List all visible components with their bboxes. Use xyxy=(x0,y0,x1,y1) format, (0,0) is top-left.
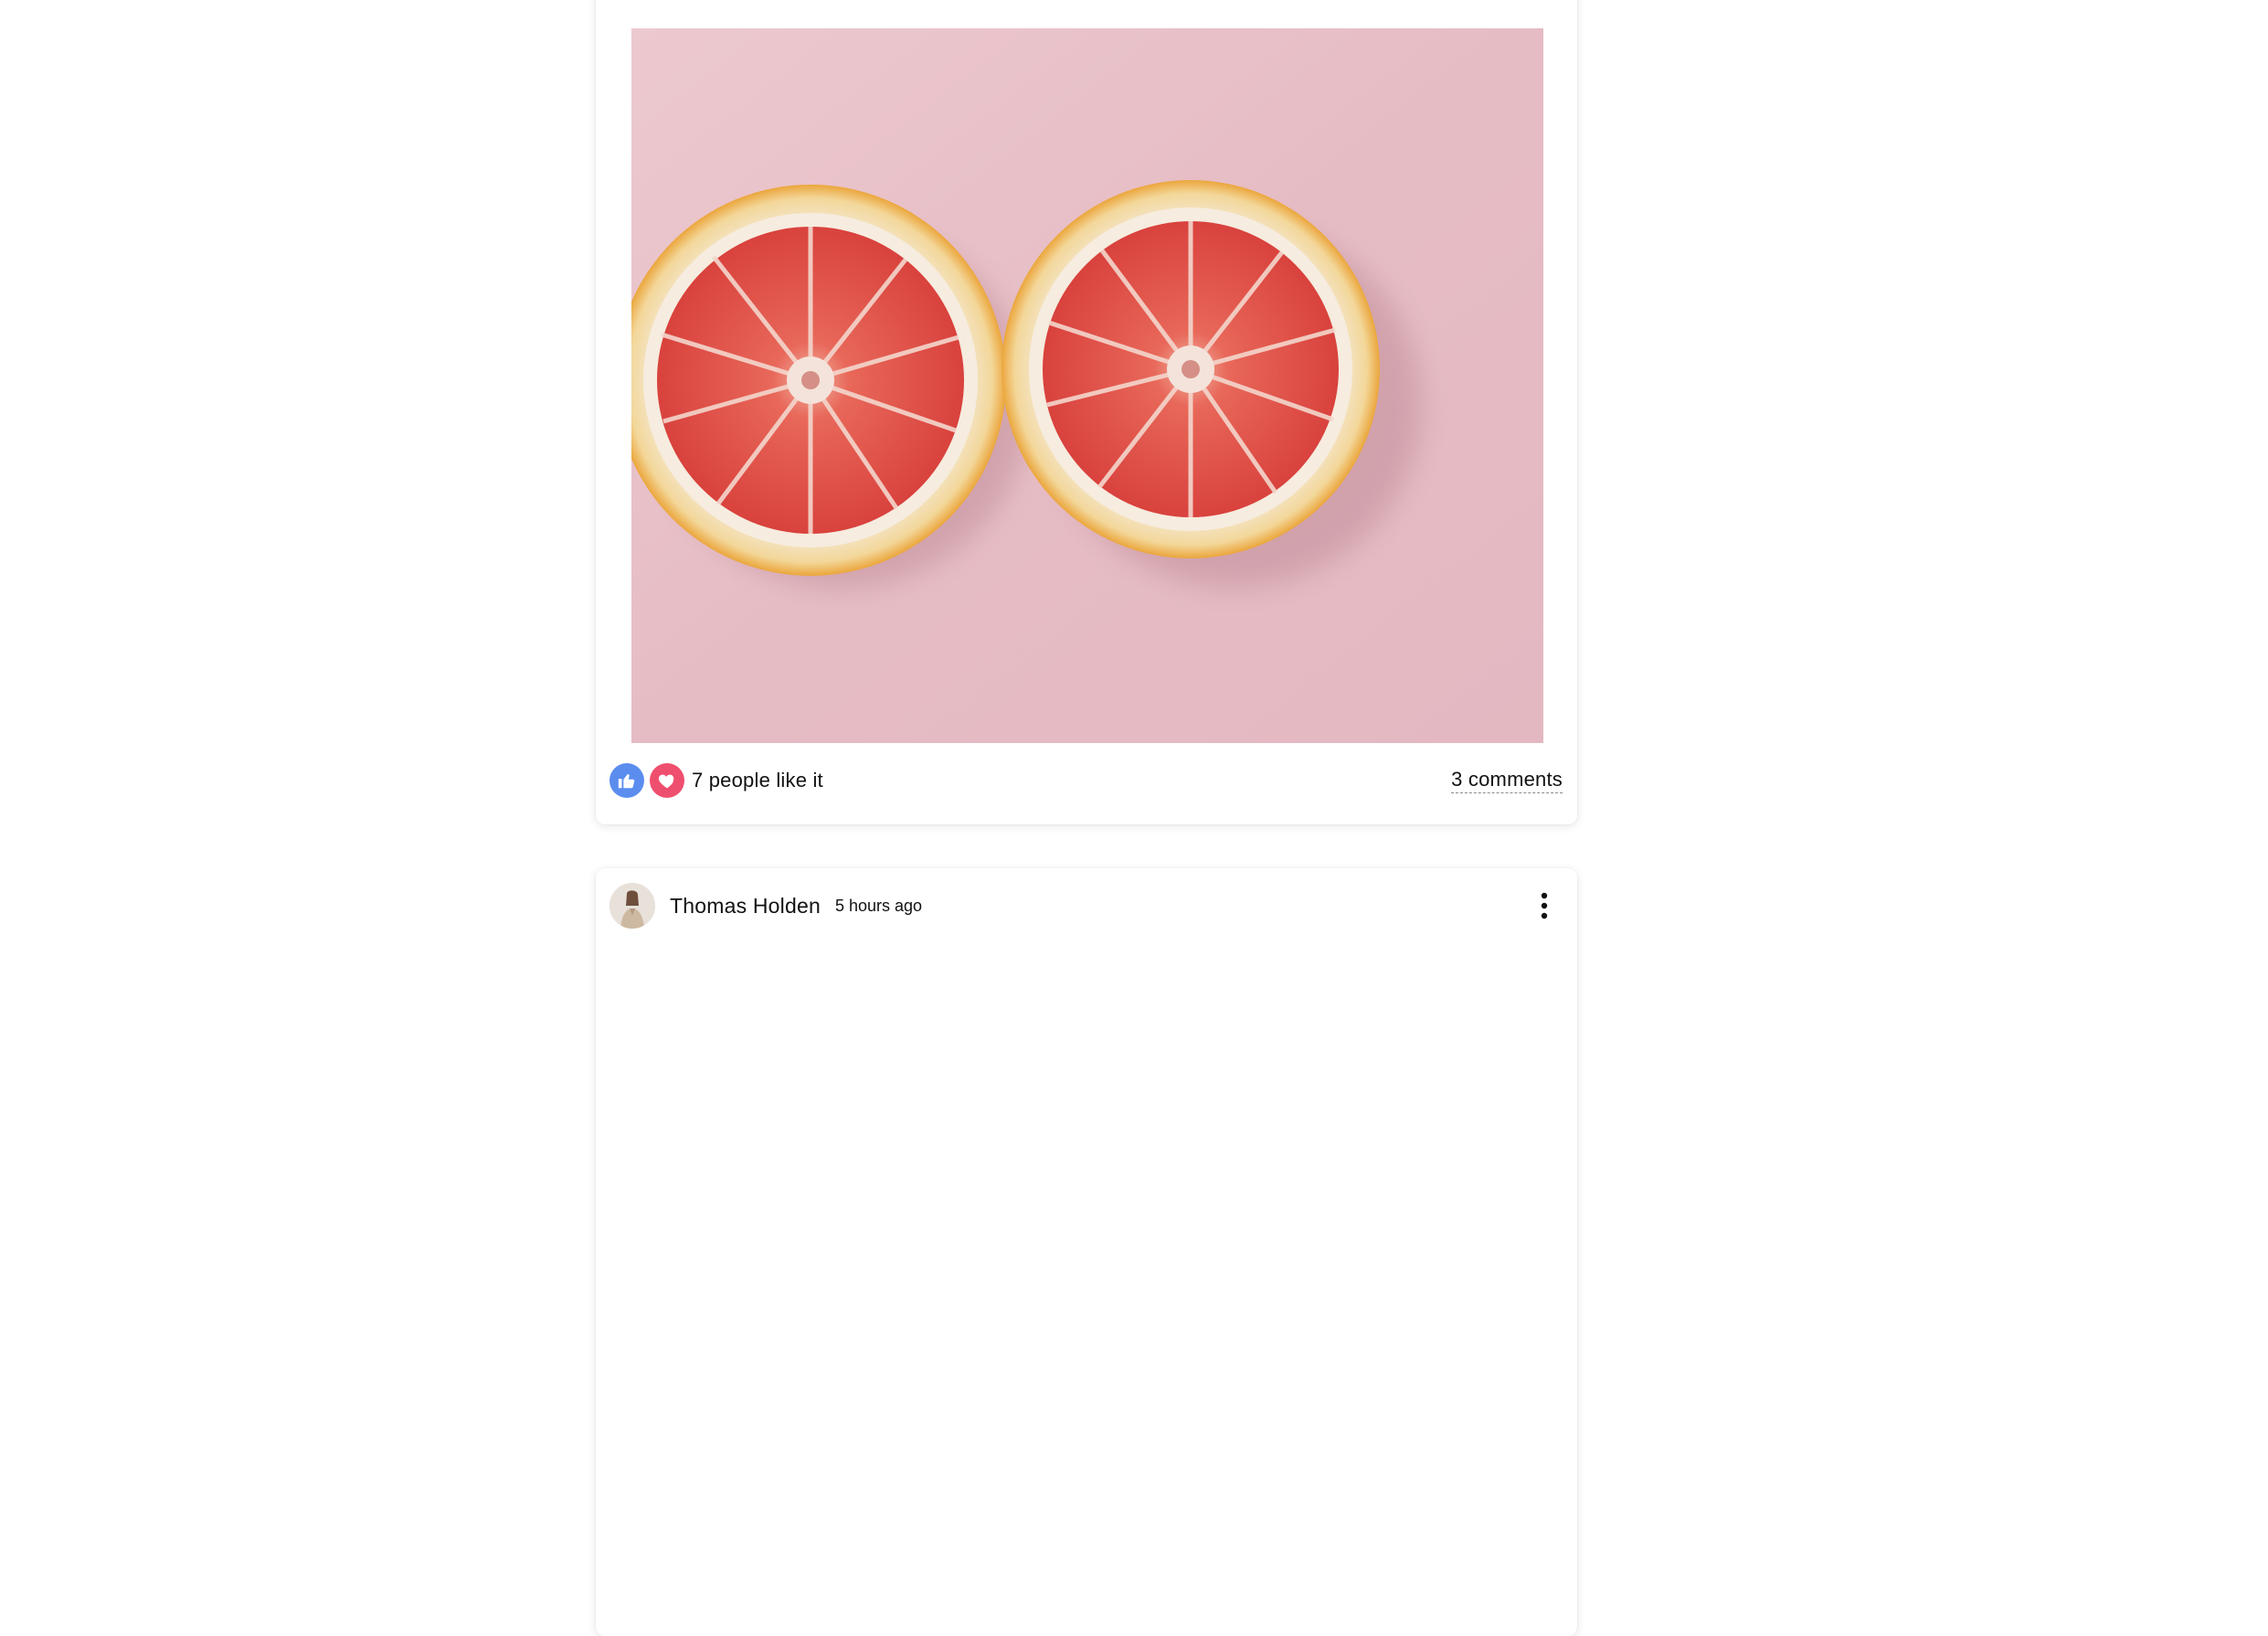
more-vertical-icon xyxy=(1541,892,1548,919)
comments-link[interactable]: 3 comments xyxy=(1451,768,1563,793)
thumbs-up-icon[interactable] xyxy=(609,763,644,798)
post-card: Thomas Holden 5 hours ago xyxy=(596,868,1577,1636)
grapefruit-image xyxy=(631,28,1543,743)
avatar[interactable] xyxy=(609,883,655,929)
post-image[interactable] xyxy=(631,28,1543,743)
author-name[interactable]: Thomas Holden xyxy=(670,894,821,919)
heart-icon[interactable] xyxy=(650,763,684,798)
post-time: 5 hours ago xyxy=(834,896,923,915)
likes-count-text: 7 people like it xyxy=(692,769,823,791)
more-options-button[interactable] xyxy=(1526,886,1563,926)
post-header: Thomas Holden 5 hours ago xyxy=(609,882,1563,930)
reactions-bar: 7 people like it 3 comments xyxy=(609,750,1563,811)
post-card: 7 people like it 3 comments xyxy=(596,0,1577,824)
